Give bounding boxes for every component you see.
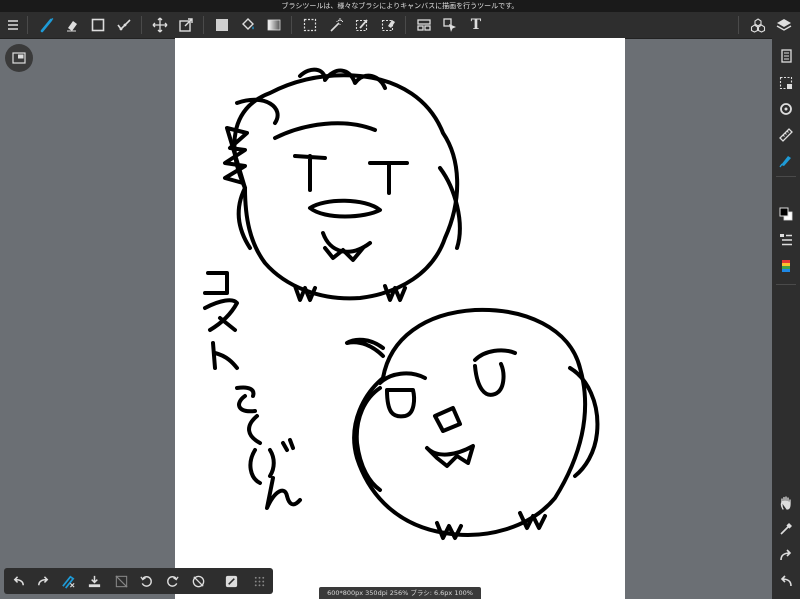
rotate-left-icon[interactable] xyxy=(134,568,158,594)
select-pen-icon[interactable] xyxy=(349,12,375,38)
color-swatch-icon[interactable] xyxy=(772,202,800,226)
panel-separator xyxy=(776,176,796,177)
toolbar-separator xyxy=(405,16,406,34)
canvas-info-text: 600*800px 350dpi 256% ブラシ: 6.6px 100% xyxy=(327,589,473,597)
grid-icon[interactable] xyxy=(247,568,271,594)
text-icon[interactable]: T xyxy=(463,12,489,38)
move-icon[interactable] xyxy=(147,12,173,38)
layers-icon[interactable] xyxy=(771,12,797,38)
select-rect-icon[interactable] xyxy=(297,12,323,38)
undo-icon[interactable] xyxy=(772,569,800,593)
rotate-right-icon[interactable] xyxy=(160,568,184,594)
select-layer-icon[interactable] xyxy=(772,71,800,95)
drawing-artwork xyxy=(203,67,600,540)
snap-icon[interactable] xyxy=(219,568,243,594)
page-icon[interactable] xyxy=(772,44,800,68)
canvas-info-bar: 600*800px 350dpi 256% ブラシ: 6.6px 100% xyxy=(319,587,481,599)
rotate-icon[interactable] xyxy=(772,97,800,121)
toolbar-separator xyxy=(27,16,28,34)
select-eraser-icon[interactable] xyxy=(375,12,401,38)
status-bar: ブラシツールは、様々なブラシによりキャンバスに描画を行うツールです。 xyxy=(0,0,800,12)
top-toolbar: T xyxy=(0,12,800,39)
navigator-icon xyxy=(12,52,26,64)
brush-icon[interactable] xyxy=(34,12,60,38)
redo-icon[interactable] xyxy=(31,568,55,594)
brush-list-icon[interactable] xyxy=(772,228,800,252)
toolbar-separator xyxy=(203,16,204,34)
materials-icon[interactable] xyxy=(745,12,771,38)
pen-ink-icon[interactable] xyxy=(772,148,800,172)
hand-icon[interactable] xyxy=(772,491,800,515)
navigator-toggle-button[interactable] xyxy=(5,44,33,72)
drawing-canvas[interactable] xyxy=(175,38,625,599)
eraser-icon[interactable] xyxy=(59,12,85,38)
text-tool-label: T xyxy=(470,17,482,33)
menu-icon[interactable] xyxy=(0,12,26,38)
toolbar-separator xyxy=(141,16,142,34)
status-text: ブラシツールは、様々なブラシによりキャンバスに描画を行うツールです。 xyxy=(281,2,519,10)
magic-wand-icon[interactable] xyxy=(323,12,349,38)
toolbar-separator xyxy=(291,16,292,34)
vector-smooth-icon[interactable] xyxy=(111,12,137,38)
deselect-icon[interactable] xyxy=(109,568,133,594)
fill-color-icon[interactable] xyxy=(209,12,235,38)
gradient-icon[interactable] xyxy=(261,12,287,38)
transform-icon[interactable] xyxy=(173,12,199,38)
frame-icon[interactable] xyxy=(411,12,437,38)
undo-icon[interactable] xyxy=(6,568,30,594)
eyedropper-icon[interactable] xyxy=(772,517,800,541)
rectangle-shape-icon[interactable] xyxy=(85,12,111,38)
ruler-icon[interactable] xyxy=(772,123,800,147)
clear-icon[interactable] xyxy=(56,568,80,594)
bottom-toolbar xyxy=(4,568,273,594)
panel-separator xyxy=(776,284,796,285)
bucket-icon[interactable] xyxy=(235,12,261,38)
operation-icon[interactable] xyxy=(437,12,463,38)
import-icon[interactable] xyxy=(82,568,106,594)
redo-icon[interactable] xyxy=(772,543,800,567)
right-panel xyxy=(772,38,800,599)
flip-icon[interactable] xyxy=(186,568,210,594)
palette-icon[interactable] xyxy=(772,254,800,278)
toolbar-separator xyxy=(738,16,739,34)
